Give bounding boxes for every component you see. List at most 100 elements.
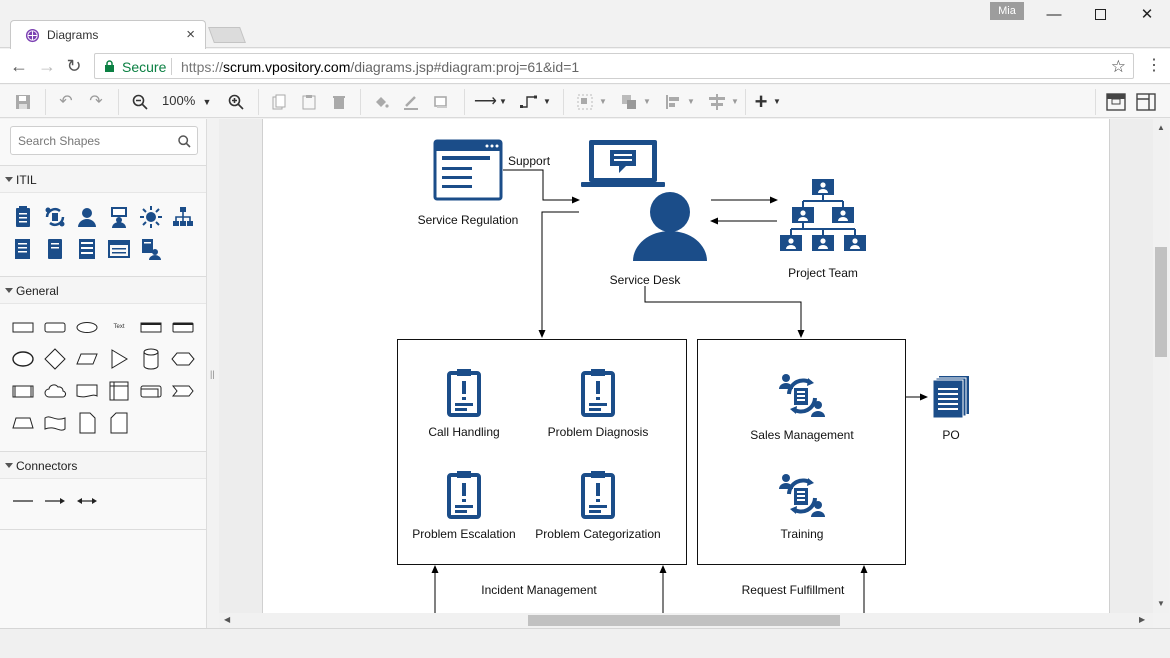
parallelogram-shape-icon[interactable] bbox=[75, 347, 99, 371]
triangle-shape-icon[interactable] bbox=[107, 347, 131, 371]
window-document-icon[interactable] bbox=[433, 139, 503, 201]
section-general[interactable]: General bbox=[0, 276, 206, 304]
new-tab-button[interactable] bbox=[208, 27, 246, 43]
insert-plus-icon[interactable]: + bbox=[752, 91, 770, 113]
itil-document-shape-icon[interactable] bbox=[11, 237, 35, 261]
cylinder-shape-icon[interactable] bbox=[139, 347, 163, 371]
close-tab-icon[interactable]: × bbox=[186, 26, 195, 43]
org-chart-icon[interactable] bbox=[780, 179, 866, 251]
document-shape-icon[interactable] bbox=[75, 379, 99, 403]
heading-box-shape-icon[interactable] bbox=[139, 315, 163, 339]
card-shape-icon[interactable] bbox=[107, 411, 131, 435]
vertical-scrollbar[interactable]: ▲ ▼ bbox=[1153, 119, 1169, 613]
scroll-right-arrow-icon[interactable]: ▶ bbox=[1139, 615, 1145, 624]
forward-arrow-icon[interactable]: → bbox=[36, 55, 58, 77]
delete-icon[interactable] bbox=[328, 91, 350, 113]
itil-clipboard-shape-icon[interactable] bbox=[11, 205, 35, 229]
section-itil[interactable]: ITIL bbox=[0, 165, 206, 193]
connector-style-icon[interactable]: ⟶ bbox=[474, 91, 497, 113]
step-shape-icon[interactable] bbox=[171, 379, 195, 403]
itil-service-desk-shape-icon[interactable] bbox=[107, 205, 131, 229]
close-window-icon[interactable]: ✕ bbox=[1133, 4, 1161, 26]
rectangle-shape-icon[interactable] bbox=[11, 315, 35, 339]
circle-shape-icon[interactable] bbox=[11, 347, 35, 371]
itil-server-list-shape-icon[interactable] bbox=[75, 237, 99, 261]
ellipse-shape-icon[interactable] bbox=[75, 315, 99, 339]
redo-icon[interactable]: ↷ bbox=[85, 91, 107, 113]
distribute-dropdown-icon[interactable]: ▼ bbox=[730, 91, 740, 113]
bookmark-star-icon[interactable]: ☆ bbox=[1111, 57, 1126, 77]
po-document-stack-icon[interactable] bbox=[933, 376, 971, 418]
maximize-icon[interactable] bbox=[1086, 4, 1114, 26]
align-icon[interactable] bbox=[662, 91, 684, 113]
bidirectional-connector-icon[interactable] bbox=[75, 489, 99, 513]
section-connectors[interactable]: Connectors bbox=[0, 451, 206, 479]
zoom-dropdown-icon[interactable]: ▼ bbox=[200, 91, 214, 113]
scroll-down-arrow-icon[interactable]: ▼ bbox=[1157, 599, 1165, 608]
format-panel-icon[interactable] bbox=[1104, 91, 1128, 113]
hexagon-shape-icon[interactable] bbox=[171, 347, 195, 371]
url-field[interactable]: Secure https://scrum.vpository.com/diagr… bbox=[94, 53, 1134, 79]
outline-panel-icon[interactable] bbox=[1134, 91, 1158, 113]
note-shape-icon[interactable] bbox=[75, 411, 99, 435]
sidebar-splitter[interactable]: || bbox=[207, 119, 219, 628]
tape-shape-icon[interactable] bbox=[43, 411, 67, 435]
align-dropdown-icon[interactable]: ▼ bbox=[686, 91, 696, 113]
browser-menu-icon[interactable]: ⋮ bbox=[1146, 55, 1162, 75]
person-icon[interactable] bbox=[633, 191, 707, 263]
copy-icon[interactable] bbox=[268, 91, 290, 113]
internal-storage-shape-icon[interactable] bbox=[107, 379, 131, 403]
line-color-icon[interactable] bbox=[400, 91, 422, 113]
search-icon[interactable] bbox=[178, 135, 191, 148]
search-shapes-field[interactable]: Search Shapes bbox=[10, 126, 198, 155]
problem-escalation-clipboard-icon[interactable] bbox=[447, 471, 481, 519]
itil-report-person-shape-icon[interactable] bbox=[139, 237, 163, 261]
reload-icon[interactable]: ↻ bbox=[63, 55, 85, 77]
minimize-icon[interactable]: — bbox=[1040, 4, 1068, 26]
problem-categorization-clipboard-icon[interactable] bbox=[581, 471, 615, 519]
diagram-canvas[interactable]: Service Regulation Support Service Desk bbox=[219, 119, 1153, 613]
zoom-level[interactable]: 100% bbox=[162, 93, 195, 108]
itil-sun-shape-icon[interactable] bbox=[139, 205, 163, 229]
itil-person-shape-icon[interactable] bbox=[75, 205, 99, 229]
zoom-in-icon[interactable] bbox=[225, 91, 247, 113]
insert-dropdown-icon[interactable]: ▼ bbox=[772, 91, 782, 113]
itil-hierarchy-shape-icon[interactable] bbox=[171, 205, 195, 229]
waypoint-dropdown-icon[interactable]: ▼ bbox=[542, 91, 552, 113]
distribute-icon[interactable] bbox=[706, 91, 728, 113]
shadow-icon[interactable] bbox=[430, 91, 452, 113]
save-icon[interactable] bbox=[12, 91, 34, 113]
cloud-shape-icon[interactable] bbox=[43, 379, 67, 403]
itil-window-shape-icon[interactable] bbox=[107, 237, 131, 261]
call-handling-clipboard-icon[interactable] bbox=[447, 369, 481, 417]
fill-color-icon[interactable] bbox=[370, 91, 392, 113]
back-arrow-icon[interactable]: ← bbox=[8, 55, 30, 77]
problem-diagnosis-clipboard-icon[interactable] bbox=[581, 369, 615, 417]
itil-book-shape-icon[interactable] bbox=[43, 237, 67, 261]
rounded-rectangle-shape-icon[interactable] bbox=[43, 315, 67, 339]
group-icon[interactable] bbox=[574, 91, 596, 113]
horizontal-scrollbar[interactable]: ◀ ▶ bbox=[219, 613, 1153, 628]
group-dropdown-icon[interactable]: ▼ bbox=[598, 91, 608, 113]
container-shape-icon[interactable] bbox=[171, 315, 195, 339]
zoom-out-icon[interactable] bbox=[129, 91, 151, 113]
waypoint-icon[interactable] bbox=[518, 91, 540, 113]
process-shape-icon[interactable] bbox=[11, 379, 35, 403]
paste-icon[interactable] bbox=[298, 91, 320, 113]
horizontal-scroll-thumb[interactable] bbox=[528, 615, 840, 626]
training-cycle-icon[interactable] bbox=[779, 473, 825, 519]
sales-management-cycle-icon[interactable] bbox=[779, 373, 825, 419]
diamond-shape-icon[interactable] bbox=[43, 347, 67, 371]
vertical-scroll-thumb[interactable] bbox=[1155, 247, 1167, 357]
undo-icon[interactable]: ↶ bbox=[55, 91, 77, 113]
cube-shape-icon[interactable] bbox=[139, 379, 163, 403]
arrange-icon[interactable] bbox=[618, 91, 640, 113]
connector-style-dropdown-icon[interactable]: ▼ bbox=[498, 91, 508, 113]
scroll-up-arrow-icon[interactable]: ▲ bbox=[1157, 123, 1165, 132]
itil-cycle-people-shape-icon[interactable] bbox=[43, 205, 67, 229]
scroll-left-arrow-icon[interactable]: ◀ bbox=[224, 615, 230, 624]
arrange-dropdown-icon[interactable]: ▼ bbox=[642, 91, 652, 113]
line-connector-icon[interactable] bbox=[11, 489, 35, 513]
browser-tab[interactable]: Diagrams × bbox=[10, 20, 206, 49]
arrow-connector-icon[interactable] bbox=[43, 489, 67, 513]
